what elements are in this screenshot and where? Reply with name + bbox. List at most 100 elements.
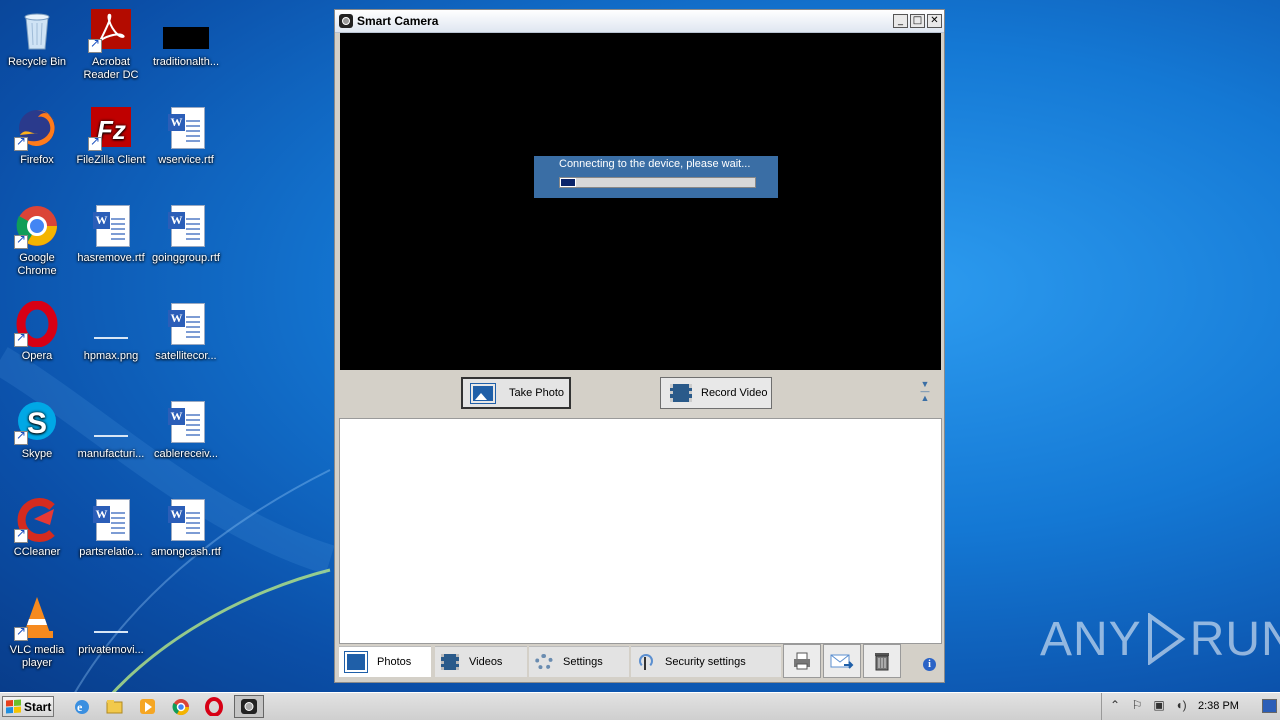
blank-file-icon bbox=[88, 399, 134, 445]
desktop-icon-traditionalth[interactable]: traditionalth... bbox=[149, 7, 223, 69]
desktop-icon-wservice-rtf[interactable]: Wwservice.rtf bbox=[149, 105, 223, 167]
desktop-icon-recycle-bin[interactable]: Recycle Bin bbox=[0, 7, 74, 69]
desktop-icon-filezilla-client[interactable]: Fz FileZilla Client bbox=[74, 105, 148, 167]
smart-camera-icon bbox=[241, 699, 257, 714]
desktop-icon-google-chrome[interactable]: Google Chrome bbox=[0, 203, 74, 278]
tab-videos-label: Videos bbox=[469, 656, 503, 668]
shortcut-arrow-icon bbox=[14, 233, 28, 249]
desktop-icon-label: amongcash.rtf bbox=[151, 546, 221, 558]
svg-text:e: e bbox=[77, 700, 83, 714]
start-button[interactable]: Start bbox=[2, 696, 54, 717]
ccleaner-icon bbox=[14, 497, 60, 543]
word-doc-icon: W bbox=[163, 203, 209, 249]
progress-fill bbox=[560, 178, 576, 187]
desktop-icon-vlc-media-player[interactable]: VLC media player bbox=[0, 595, 74, 670]
desktop-icon-label: cablereceiv... bbox=[154, 448, 218, 460]
desktop-icon-manufacturi[interactable]: manufacturi... bbox=[74, 399, 148, 461]
word-doc-icon: W bbox=[163, 399, 209, 445]
desktop-icon-acrobat-reader-dc[interactable]: Acrobat Reader DC bbox=[74, 7, 148, 82]
print-button[interactable] bbox=[783, 644, 821, 678]
desktop-icon-amongcash-rtf[interactable]: Wamongcash.rtf bbox=[149, 497, 223, 559]
desktop-icon-label: Opera bbox=[21, 350, 53, 362]
taskbar: Start e ⌃ ⚐ ▣ ◖) 2:38 PM bbox=[0, 692, 1280, 720]
word-doc-icon: W bbox=[163, 301, 209, 347]
desktop-icon-goinggroup-rtf[interactable]: Wgoinggroup.rtf bbox=[149, 203, 223, 265]
desktop-icon-partsrelatio[interactable]: Wpartsrelatio... bbox=[74, 497, 148, 559]
network-icon[interactable]: ▣ bbox=[1152, 698, 1166, 712]
acrobat-icon bbox=[88, 7, 134, 53]
tab-photos-label: Photos bbox=[377, 656, 412, 668]
email-button[interactable] bbox=[823, 644, 861, 678]
record-video-label: Record Video bbox=[701, 387, 768, 399]
desktop-icon-label: privatemovi... bbox=[78, 644, 144, 656]
explorer-icon[interactable] bbox=[105, 697, 124, 716]
title-bar[interactable]: Smart Camera _ □ ✕ bbox=[335, 10, 944, 33]
watermark-right: RUN bbox=[1189, 612, 1280, 666]
opera-icon[interactable] bbox=[204, 697, 223, 717]
desktop-icon-hasremove-rtf[interactable]: Whasremove.rtf bbox=[74, 203, 148, 265]
action-center-flag-icon[interactable]: ⚐ bbox=[1130, 698, 1144, 712]
desktop-icon-firefox[interactable]: Firefox bbox=[0, 105, 74, 167]
chrome-icon[interactable] bbox=[171, 697, 190, 716]
opera-icon bbox=[14, 300, 60, 348]
shortcut-arrow-icon bbox=[14, 625, 28, 641]
capture-toolbar: Take Photo Record Video ▼ — ▲ bbox=[335, 370, 944, 418]
minimize-button[interactable]: _ bbox=[893, 14, 908, 28]
desktop-icon-label: satellitecor... bbox=[155, 350, 217, 362]
desktop-icon-label: Google Chrome bbox=[17, 252, 57, 277]
start-label: Start bbox=[24, 699, 52, 714]
show-hidden-icons-icon[interactable]: ⌃ bbox=[1108, 698, 1122, 712]
take-photo-button[interactable]: Take Photo bbox=[461, 377, 571, 409]
firefox-icon bbox=[14, 105, 60, 151]
internet-explorer-icon[interactable]: e bbox=[72, 697, 91, 716]
film-icon bbox=[441, 654, 459, 670]
desktop-icon-skype[interactable]: S Skype bbox=[0, 399, 74, 461]
smart-camera-window: Smart Camera _ □ ✕ Connecting to the dev… bbox=[334, 9, 945, 683]
tab-settings-label: Settings bbox=[563, 656, 603, 668]
media-gallery[interactable] bbox=[339, 418, 942, 644]
media-player-icon[interactable] bbox=[138, 697, 157, 716]
delete-button[interactable] bbox=[863, 644, 901, 678]
tab-security-settings[interactable]: Security settings bbox=[631, 646, 781, 677]
desktop-icon-satellitecor[interactable]: Wsatellitecor... bbox=[149, 301, 223, 363]
word-doc-icon: W bbox=[88, 497, 134, 543]
take-photo-label: Take Photo bbox=[509, 387, 565, 399]
antenna-icon bbox=[637, 654, 655, 670]
tab-bar: Photos Videos Settings Security settings bbox=[339, 644, 942, 680]
desktop-icon-label: Skype bbox=[21, 448, 53, 460]
desktop-icon-ccleaner[interactable]: CCleaner bbox=[0, 497, 74, 559]
print-icon bbox=[794, 652, 810, 670]
collapse-icon[interactable]: ▼ — ▲ bbox=[916, 380, 934, 403]
window-title: Smart Camera bbox=[357, 14, 439, 28]
volume-icon[interactable]: ◖) bbox=[1174, 698, 1188, 712]
shortcut-arrow-icon bbox=[14, 331, 28, 347]
info-icon[interactable]: i bbox=[923, 658, 936, 671]
desktop-icon-label: goinggroup.rtf bbox=[152, 252, 220, 264]
desktop-icon-label: hasremove.rtf bbox=[77, 252, 145, 264]
image-file-icon bbox=[88, 301, 134, 347]
shortcut-arrow-icon bbox=[88, 37, 102, 53]
recycle-bin-icon bbox=[14, 7, 60, 53]
tab-photos[interactable]: Photos bbox=[339, 646, 431, 677]
record-video-button[interactable]: Record Video bbox=[660, 377, 772, 409]
tab-videos[interactable]: Videos bbox=[435, 646, 527, 677]
desktop-icon-label: partsrelatio... bbox=[79, 546, 143, 558]
word-doc-icon: W bbox=[163, 497, 209, 543]
desktop-icon-cablereceiv[interactable]: Wcablereceiv... bbox=[149, 399, 223, 461]
show-desktop-icon[interactable] bbox=[1262, 699, 1277, 713]
clock[interactable]: 2:38 PM bbox=[1198, 700, 1239, 712]
tab-settings[interactable]: Settings bbox=[529, 646, 629, 677]
smart-camera-taskbar-button[interactable] bbox=[234, 695, 264, 718]
maximize-button[interactable]: □ bbox=[910, 14, 925, 28]
desktop-icon-privatemovi[interactable]: privatemovi... bbox=[74, 595, 148, 657]
watermark: ANY RUN bbox=[1040, 606, 1280, 672]
blank-file-icon bbox=[88, 595, 134, 641]
tab-security-label: Security settings bbox=[665, 656, 746, 668]
desktop-icon-opera[interactable]: Opera bbox=[0, 300, 74, 363]
windows-logo-icon bbox=[6, 699, 21, 714]
desktop-icon-hpmax-png[interactable]: hpmax.png bbox=[74, 301, 148, 363]
desktop-icon-label: manufacturi... bbox=[77, 448, 145, 460]
close-button[interactable]: ✕ bbox=[927, 14, 942, 28]
svg-text:S: S bbox=[27, 407, 47, 440]
shortcut-arrow-icon bbox=[14, 527, 28, 543]
